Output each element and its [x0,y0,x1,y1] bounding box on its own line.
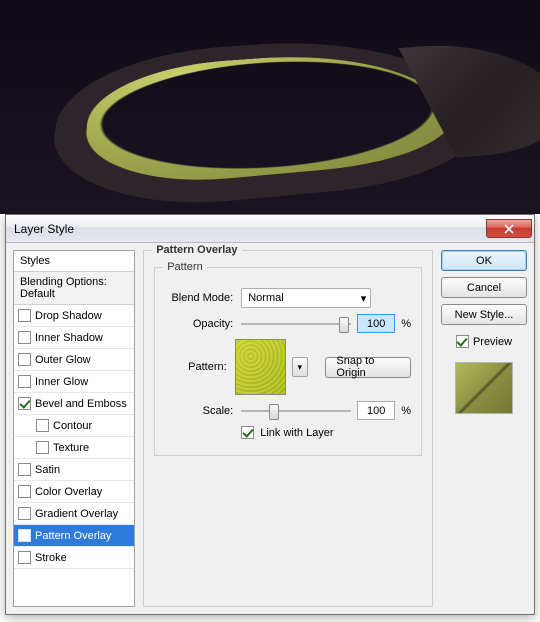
style-label: Outer Glow [35,354,91,366]
group-title: Pattern Overlay [152,244,241,256]
style-label: Satin [35,464,60,476]
style-item-satin[interactable]: Satin [14,459,134,481]
pattern-label: Pattern: [165,361,228,373]
cancel-button[interactable]: Cancel [441,277,527,298]
style-label: Bevel and Emboss [35,398,127,410]
style-item-inner-shadow[interactable]: Inner Shadow [14,327,134,349]
chevron-down-icon: ▾ [361,292,367,305]
blend-mode-value: Normal [248,292,283,304]
pattern-swatch[interactable] [235,339,286,395]
dialog-title: Layer Style [14,222,74,236]
style-item-gradient-overlay[interactable]: Gradient Overlay [14,503,134,525]
style-checkbox[interactable] [18,529,31,542]
pattern-picker-button[interactable]: ▾ [292,357,308,377]
style-checkbox[interactable] [36,419,49,432]
style-item-texture[interactable]: Texture [14,437,134,459]
style-checkbox[interactable] [18,507,31,520]
style-checkbox[interactable] [18,463,31,476]
style-label: Inner Shadow [35,332,103,344]
blend-mode-label: Blend Mode: [165,292,235,304]
preview-label: Preview [473,336,512,348]
style-item-color-overlay[interactable]: Color Overlay [14,481,134,503]
style-label: Contour [53,420,92,432]
style-label: Drop Shadow [35,310,102,322]
link-with-layer-checkbox[interactable] [241,426,254,439]
style-item-pattern-overlay[interactable]: Pattern Overlay [14,525,134,547]
style-checkbox[interactable] [18,397,31,410]
blending-options-row[interactable]: Blending Options: Default [14,272,134,305]
preview-swatch [455,362,513,414]
style-label: Inner Glow [35,376,88,388]
style-label: Gradient Overlay [35,508,118,520]
subgroup-title: Pattern [163,261,206,273]
titlebar: Layer Style [6,215,534,243]
styles-list: Styles Blending Options: Default Drop Sh… [13,250,135,607]
style-item-bevel-and-emboss[interactable]: Bevel and Emboss [14,393,134,415]
style-checkbox[interactable] [18,375,31,388]
pattern-subgroup: Pattern Blend Mode: Normal ▾ Opacity: [154,267,422,456]
chevron-down-icon: ▾ [298,362,303,373]
style-item-inner-glow[interactable]: Inner Glow [14,371,134,393]
style-checkbox[interactable] [36,441,49,454]
style-item-drop-shadow[interactable]: Drop Shadow [14,305,134,327]
style-item-outer-glow[interactable]: Outer Glow [14,349,134,371]
scale-label: Scale: [165,405,235,417]
style-checkbox[interactable] [18,551,31,564]
new-style-button[interactable]: New Style... [441,304,527,325]
style-checkbox[interactable] [18,309,31,322]
blend-mode-dropdown[interactable]: Normal ▾ [241,288,371,308]
close-icon [504,224,514,234]
styles-header[interactable]: Styles [14,251,134,272]
preview-checkbox[interactable] [456,335,469,348]
style-item-stroke[interactable]: Stroke [14,547,134,569]
style-label: Stroke [35,552,67,564]
opacity-label: Opacity: [165,318,235,330]
style-label: Texture [53,442,89,454]
canvas-preview [0,0,540,214]
style-label: Pattern Overlay [35,530,111,542]
style-checkbox[interactable] [18,485,31,498]
style-checkbox[interactable] [18,331,31,344]
percent-label: % [401,318,411,330]
style-label: Color Overlay [35,486,102,498]
percent-label: % [401,405,411,417]
ok-button[interactable]: OK [441,250,527,271]
opacity-input[interactable] [357,314,395,333]
opacity-slider[interactable] [241,315,351,333]
scale-input[interactable] [357,401,395,420]
close-button[interactable] [486,219,532,238]
scale-slider[interactable] [241,402,351,420]
snap-to-origin-button[interactable]: Snap to Origin [325,357,411,378]
pattern-overlay-group: Pattern Overlay Pattern Blend Mode: Norm… [143,250,433,607]
style-item-contour[interactable]: Contour [14,415,134,437]
artwork-letter [44,32,522,214]
layer-style-dialog: Layer Style Styles Blending Options: Def… [5,214,535,615]
link-with-layer-label: Link with Layer [260,427,333,439]
style-checkbox[interactable] [18,353,31,366]
